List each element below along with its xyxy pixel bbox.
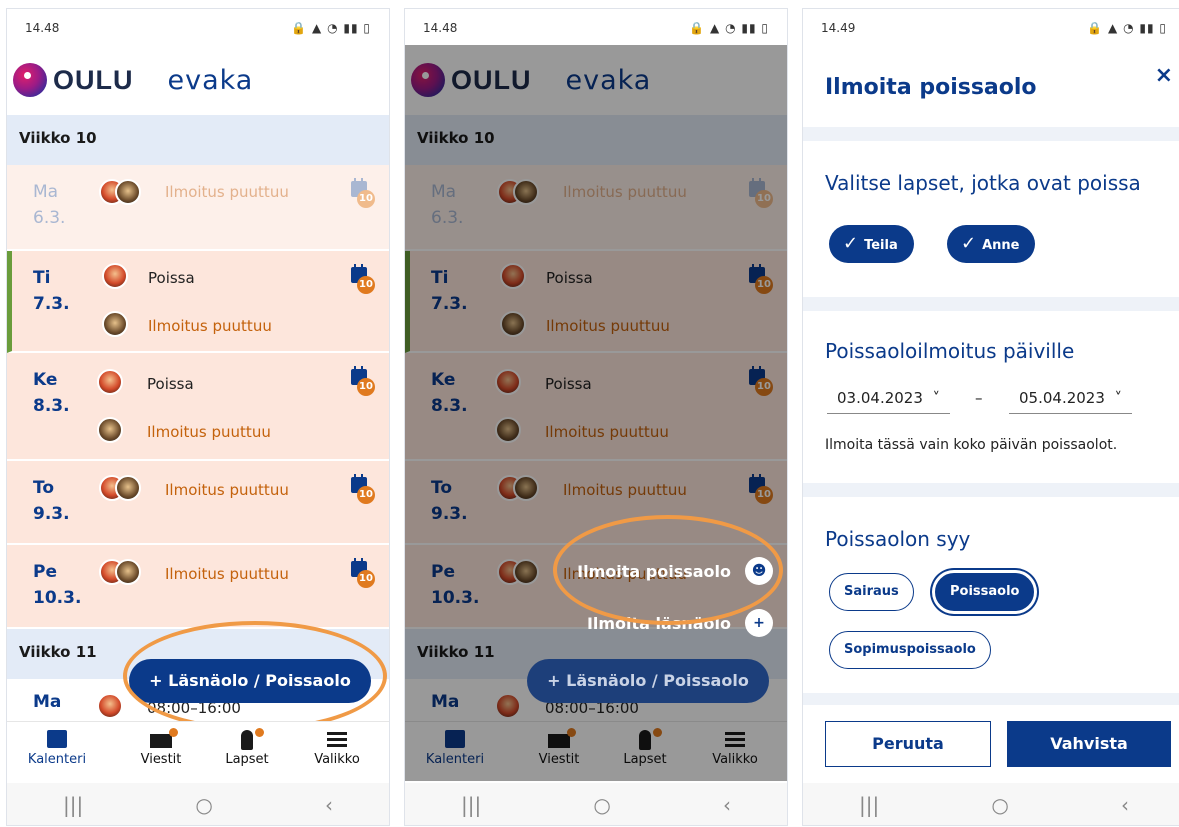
week-header: Viikko 10 [7,115,389,165]
nav-children[interactable]: Lapset [207,728,287,767]
start-date-select[interactable]: 03.04.2023 ˅ [827,389,950,414]
status-time: 14.48 [423,21,458,35]
chevron-down-icon: ˅ [1109,389,1122,407]
home-button[interactable]: ○ [195,793,212,817]
status-bar: 14.49 🔒 ▲ ◔ ▮▮ ▯ [803,9,1179,45]
absent-status: Poissa [147,375,194,393]
child-chip-anne[interactable]: ✓ Anne [947,225,1036,263]
reason-chip-sopimuspoissaolo[interactable]: Sopimuspoissaolo [829,631,991,669]
child-avatar [97,369,123,395]
modal-title: Ilmoita poissaolo [825,75,1037,100]
day-row[interactable]: Ti 7.3. Poissa Ilmoitus puuttuu 10 [7,251,389,353]
missing-notice: Ilmoitus puuttuu [165,183,289,201]
missing-notice: Ilmoitus puuttuu [165,565,289,583]
evaka-logo-text: evaka [167,64,254,96]
child-avatar [97,417,123,443]
status-time: 14.49 [821,21,856,35]
calendar-badge-icon: 10 [351,178,375,208]
day-label: Ti 7.3. [33,268,70,314]
child-avatar [115,559,141,585]
back-button[interactable]: ‹ [325,793,333,817]
missing-notice: Ilmoitus puuttuu [165,481,289,499]
day-row[interactable]: Ke 8.3. Poissa Ilmoitus puuttuu 10 [7,353,389,461]
nav-calendar[interactable]: Kalenteri [17,728,97,767]
child-avatar [102,263,128,289]
recent-apps-button[interactable]: ||| [63,793,83,817]
bottom-nav: Kalenteri Viestit Lapset Valikko [7,721,389,781]
child-chip-teila[interactable]: ✓ Teila [829,225,914,263]
day-label: Ke 8.3. [33,370,70,416]
day-label: Ma [33,692,62,712]
child-avatar [102,311,128,337]
missing-notice: Ilmoitus puuttuu [148,317,272,335]
children-section-title: Valitse lapset, jotka ovat poissa [825,171,1141,195]
day-row[interactable]: Ma 6.3. Ilmoitus puuttuu 10 [7,165,389,251]
check-icon: ✓ [961,233,977,254]
system-nav-bar: ||| ○ ‹ [803,783,1179,825]
back-button[interactable]: ‹ [1121,793,1129,817]
attendance-absence-button[interactable]: + Läsnäolo / Poissaolo [527,659,769,703]
day-label: Ma 6.3. [33,182,66,228]
calendar-badge-icon: 10 [351,474,375,504]
date-hint: Ilmoita tässä vain koko päivän poissaolo… [825,437,1118,453]
child-avatar [115,179,141,205]
status-icons: 🔒 ▲ ◔ ▮▮ ▯ [1087,21,1167,35]
child-avatar [115,475,141,501]
reason-chip-poissaolo[interactable]: Poissaolo [935,573,1035,611]
status-bar: 14.48 🔒 ▲ ◔ ▮▮ ▯ [7,9,389,45]
chevron-down-icon: ˅ [927,389,940,407]
day-row[interactable]: To 9.3. Ilmoitus puuttuu 10 [7,461,389,545]
section-divider [803,483,1179,497]
dates-section-title: Poissaoloilmoitus päiville [825,339,1075,363]
child-icon [241,730,253,750]
status-icons: 🔒 ▲ ◔ ▮▮ ▯ [689,21,769,35]
cancel-button[interactable]: Peruuta [825,721,991,767]
oulu-logo-icon [13,63,47,97]
system-nav-bar: ||| ○ ‹ [405,783,787,825]
nav-menu[interactable]: Valikko [297,728,377,767]
date-range-dash: – [975,389,983,407]
day-row[interactable]: Pe 10.3. Ilmoitus puuttuu 10 [7,545,389,629]
recent-apps-button[interactable]: ||| [859,793,879,817]
home-button[interactable]: ○ [991,793,1008,817]
child-avatar [97,693,123,719]
system-nav-bar: ||| ○ ‹ [7,783,389,825]
absent-status: Poissa [148,269,195,287]
status-bar: 14.48 🔒 ▲ ◔ ▮▮ ▯ [405,9,787,45]
mail-icon [150,734,172,748]
check-icon: ✓ [843,233,859,254]
highlight-ring [123,621,387,731]
reason-section-title: Poissaolon syy [825,527,971,551]
phone-calendar: 14.48 🔒 ▲ ◔ ▮▮ ▯ OULU evaka Viikko 10 Ma… [6,8,390,826]
notification-dot [169,728,178,737]
section-divider [803,297,1179,311]
nav-messages[interactable]: Viestit [121,728,201,767]
day-label: Pe 10.3. [33,562,82,608]
oulu-logo-text: OULU [53,64,134,95]
section-divider [803,693,1179,705]
app-header: OULU evaka [7,45,389,115]
reason-chip-sairaus[interactable]: Sairaus [829,573,914,611]
notification-dot [255,728,264,737]
end-date-select[interactable]: 05.04.2023 ˅ [1009,389,1132,414]
recent-apps-button[interactable]: ||| [461,793,481,817]
menu-icon [327,732,347,735]
home-button[interactable]: ○ [593,793,610,817]
phone-calendar-menu: 14.48 🔒 ▲ ◔ ▮▮ ▯ OULU evaka Viikko 10 Ma… [404,8,788,826]
section-divider [803,127,1179,141]
confirm-button[interactable]: Vahvista [1007,721,1171,767]
status-icons: 🔒 ▲ ◔ ▮▮ ▯ [291,21,371,35]
calendar-icon [47,730,67,748]
close-icon[interactable]: × [1155,63,1173,88]
missing-notice: Ilmoitus puuttuu [147,423,271,441]
status-time: 14.48 [25,21,60,35]
calendar-badge-icon: 10 [351,264,375,294]
calendar-badge-icon: 10 [351,366,375,396]
calendar-badge-icon: 10 [351,558,375,588]
back-button[interactable]: ‹ [723,793,731,817]
calendar-plus-icon: + [745,609,773,637]
day-label: To 9.3. [33,478,70,524]
phone-absence-form: 14.49 🔒 ▲ ◔ ▮▮ ▯ Ilmoita poissaolo × Val… [802,8,1179,826]
highlight-ring [553,515,783,625]
